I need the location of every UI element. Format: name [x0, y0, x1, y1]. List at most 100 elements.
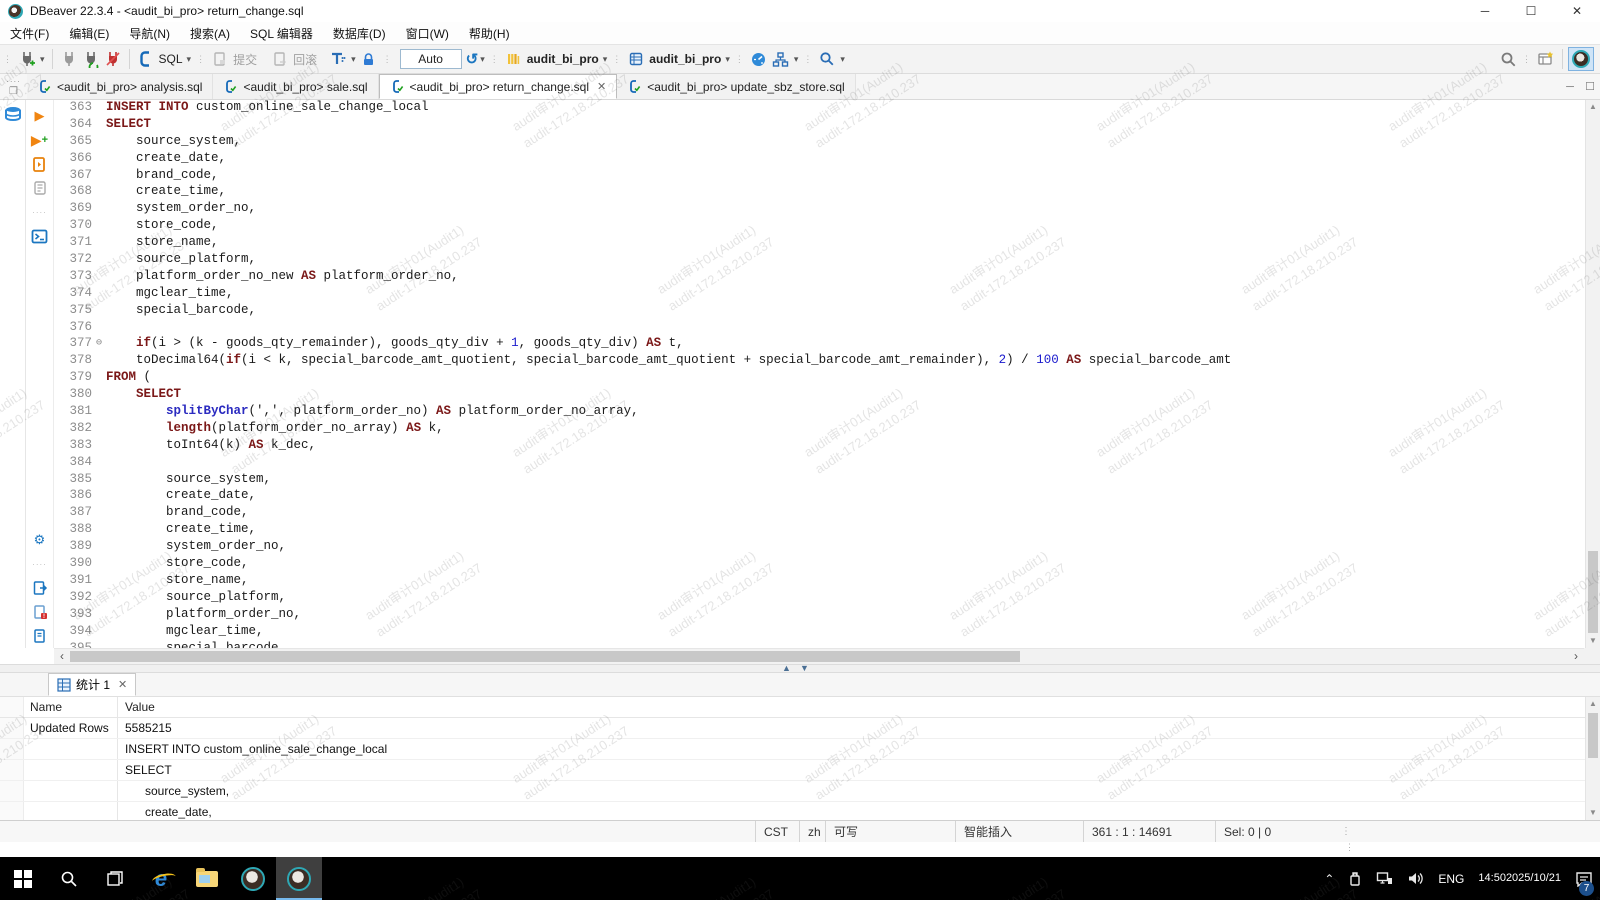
transaction-mode-caret-icon[interactable]: ▾	[351, 54, 356, 65]
menu-item-5[interactable]: 数据库(D)	[323, 22, 396, 44]
new-connection-caret-icon[interactable]: ▾	[40, 54, 45, 65]
stats-row-2[interactable]: SELECT	[0, 760, 1600, 781]
fold-marker-icon[interactable]: ⊖	[92, 336, 106, 353]
commit-icon[interactable]	[209, 48, 231, 70]
menu-item-3[interactable]: 搜索(A)	[180, 22, 240, 44]
connection-caret-icon[interactable]: ▾	[603, 54, 608, 65]
transaction-mode-icon[interactable]	[327, 48, 349, 70]
explain-plan-icon[interactable]	[29, 177, 51, 199]
close-icon[interactable]: ✕	[1554, 0, 1600, 22]
view-menu-icon[interactable]: ····	[6, 77, 21, 86]
minimize-icon[interactable]: ─	[1462, 0, 1508, 22]
dbeaver-taskbar-icon-active[interactable]	[276, 857, 322, 900]
stats-row-0[interactable]: Updated Rows5585215	[0, 718, 1600, 739]
connect-icon[interactable]	[58, 48, 80, 70]
menu-item-7[interactable]: 帮助(H)	[459, 22, 520, 44]
script-file-icon[interactable]	[29, 625, 51, 647]
tray-chevron-icon[interactable]: ⌃	[1317, 857, 1341, 900]
schema-caret-icon[interactable]: ▾	[725, 54, 730, 65]
database-navigator-icon[interactable]	[4, 106, 22, 127]
scroll-up-icon[interactable]: ▲	[1586, 697, 1600, 711]
scroll-left-icon[interactable]: ‹	[54, 649, 70, 664]
stats-row-3[interactable]: source_system,	[0, 781, 1600, 802]
toolbar-search-icon[interactable]	[816, 48, 838, 70]
settings-gear-icon[interactable]: ⚙	[29, 529, 51, 551]
column-header-name[interactable]: Name	[24, 697, 118, 717]
user-avatar[interactable]	[1568, 47, 1594, 71]
column-header-value[interactable]: Value	[118, 697, 1600, 717]
editor-tab-2[interactable]: <audit_bi_pro> return_change.sql✕	[379, 74, 618, 99]
menu-item-1[interactable]: 编辑(E)	[59, 22, 119, 44]
transaction-log-icon[interactable]: ↺	[466, 50, 479, 68]
dbeaver-taskbar-icon[interactable]	[230, 857, 276, 900]
quick-search-icon[interactable]	[1497, 48, 1519, 70]
sql-menu-label[interactable]: SQL	[159, 52, 183, 66]
panel-sash[interactable]: ▲ ▼	[0, 664, 1600, 673]
usb-icon[interactable]	[1341, 857, 1369, 900]
taskbar-search-icon[interactable]	[46, 857, 92, 900]
export-result-icon[interactable]	[29, 577, 51, 599]
reconnect-icon[interactable]	[80, 48, 102, 70]
editor-horizontal-scrollbar[interactable]: ‹ ›	[54, 648, 1584, 664]
start-button[interactable]	[0, 857, 46, 900]
execute-new-tab-icon[interactable]: ▶+	[29, 129, 51, 151]
open-perspective-icon[interactable]	[1535, 48, 1557, 70]
er-diagram-caret-icon[interactable]: ▾	[794, 54, 799, 65]
file-explorer-icon[interactable]	[184, 857, 230, 900]
maximize-icon[interactable]: ☐	[1508, 0, 1554, 22]
connection-selector[interactable]: audit_bi_pro	[527, 52, 599, 66]
menu-item-2[interactable]: 导航(N)	[119, 22, 180, 44]
input-language-indicator[interactable]: ENG	[1431, 857, 1471, 900]
collapse-up-icon[interactable]: ▲	[782, 663, 791, 673]
maximize-view-icon[interactable]: ☐	[1580, 80, 1600, 93]
dashboard-icon[interactable]	[748, 48, 770, 70]
sql-code-editor[interactable]: 363INSERT INTO custom_online_sale_change…	[54, 100, 1585, 648]
commit-button[interactable]: 提交	[233, 51, 257, 68]
rollback-icon[interactable]	[269, 48, 291, 70]
menu-item-4[interactable]: SQL 编辑器	[240, 22, 323, 44]
rollback-button[interactable]: 回滚	[293, 51, 317, 68]
stats-row-1[interactable]: INSERT INTO custom_online_sale_change_lo…	[0, 739, 1600, 760]
taskbar-clock[interactable]: 14:50 2025/10/21	[1471, 857, 1568, 900]
tab-close-icon[interactable]: ✕	[597, 80, 606, 93]
schema-selector[interactable]: audit_bi_pro	[649, 52, 721, 66]
scroll-up-icon[interactable]: ▲	[1586, 100, 1600, 114]
sql-console-icon[interactable]	[29, 225, 51, 247]
panel-vertical-scrollbar[interactable]: ▲ ▼	[1585, 697, 1600, 820]
internet-explorer-icon[interactable]: e	[138, 857, 184, 900]
editor-vertical-scrollbar[interactable]: ▲ ▼	[1585, 100, 1600, 648]
sql-menu-caret-icon[interactable]: ▾	[187, 54, 192, 65]
execute-statement-icon[interactable]: ▶	[29, 105, 51, 127]
collapse-down-icon[interactable]: ▼	[800, 663, 809, 673]
toolbar-search-caret-icon[interactable]: ▾	[840, 54, 845, 65]
editor-tab-3[interactable]: <audit_bi_pro> update_sbz_store.sql	[617, 74, 855, 99]
transaction-log-caret-icon[interactable]: ▾	[480, 54, 485, 65]
network-icon[interactable]	[1369, 857, 1400, 900]
menu-item-6[interactable]: 窗口(W)	[396, 22, 459, 44]
menu-item-0[interactable]: 文件(F)	[0, 22, 59, 44]
stats-row-4[interactable]: create_date,	[0, 802, 1600, 820]
disconnect-icon[interactable]	[102, 48, 124, 70]
stats-tab-close-icon[interactable]: ✕	[118, 678, 127, 691]
minimize-view-icon[interactable]: ─	[1560, 81, 1580, 93]
editor-tab-0[interactable]: <audit_bi_pro> analysis.sql	[27, 74, 213, 99]
new-connection-icon[interactable]	[16, 48, 38, 70]
restore-view-icon[interactable]: ❐	[9, 86, 18, 97]
sql-editor-icon[interactable]	[135, 48, 157, 70]
editor-tab-1[interactable]: <audit_bi_pro> sale.sql	[213, 74, 378, 99]
scroll-down-icon[interactable]: ▼	[1586, 634, 1600, 648]
editor-vscroll-thumb[interactable]	[1588, 551, 1598, 633]
er-diagram-icon[interactable]	[770, 48, 792, 70]
panel-vscroll-thumb[interactable]	[1588, 713, 1598, 758]
line-number: 378	[54, 353, 92, 370]
save-to-file-icon[interactable]: !	[29, 601, 51, 623]
volume-icon[interactable]	[1400, 857, 1431, 900]
commit-mode-button[interactable]: Auto	[400, 49, 462, 69]
execute-script-icon[interactable]	[29, 153, 51, 175]
stats-tab[interactable]: 统计 1 ✕	[48, 673, 136, 696]
task-view-icon[interactable]	[92, 857, 138, 900]
editor-hscroll-thumb[interactable]	[70, 651, 1020, 662]
scroll-down-icon[interactable]: ▼	[1586, 806, 1600, 820]
scroll-right-icon[interactable]: ›	[1568, 649, 1584, 664]
notification-center-icon[interactable]: 7	[1568, 857, 1600, 900]
